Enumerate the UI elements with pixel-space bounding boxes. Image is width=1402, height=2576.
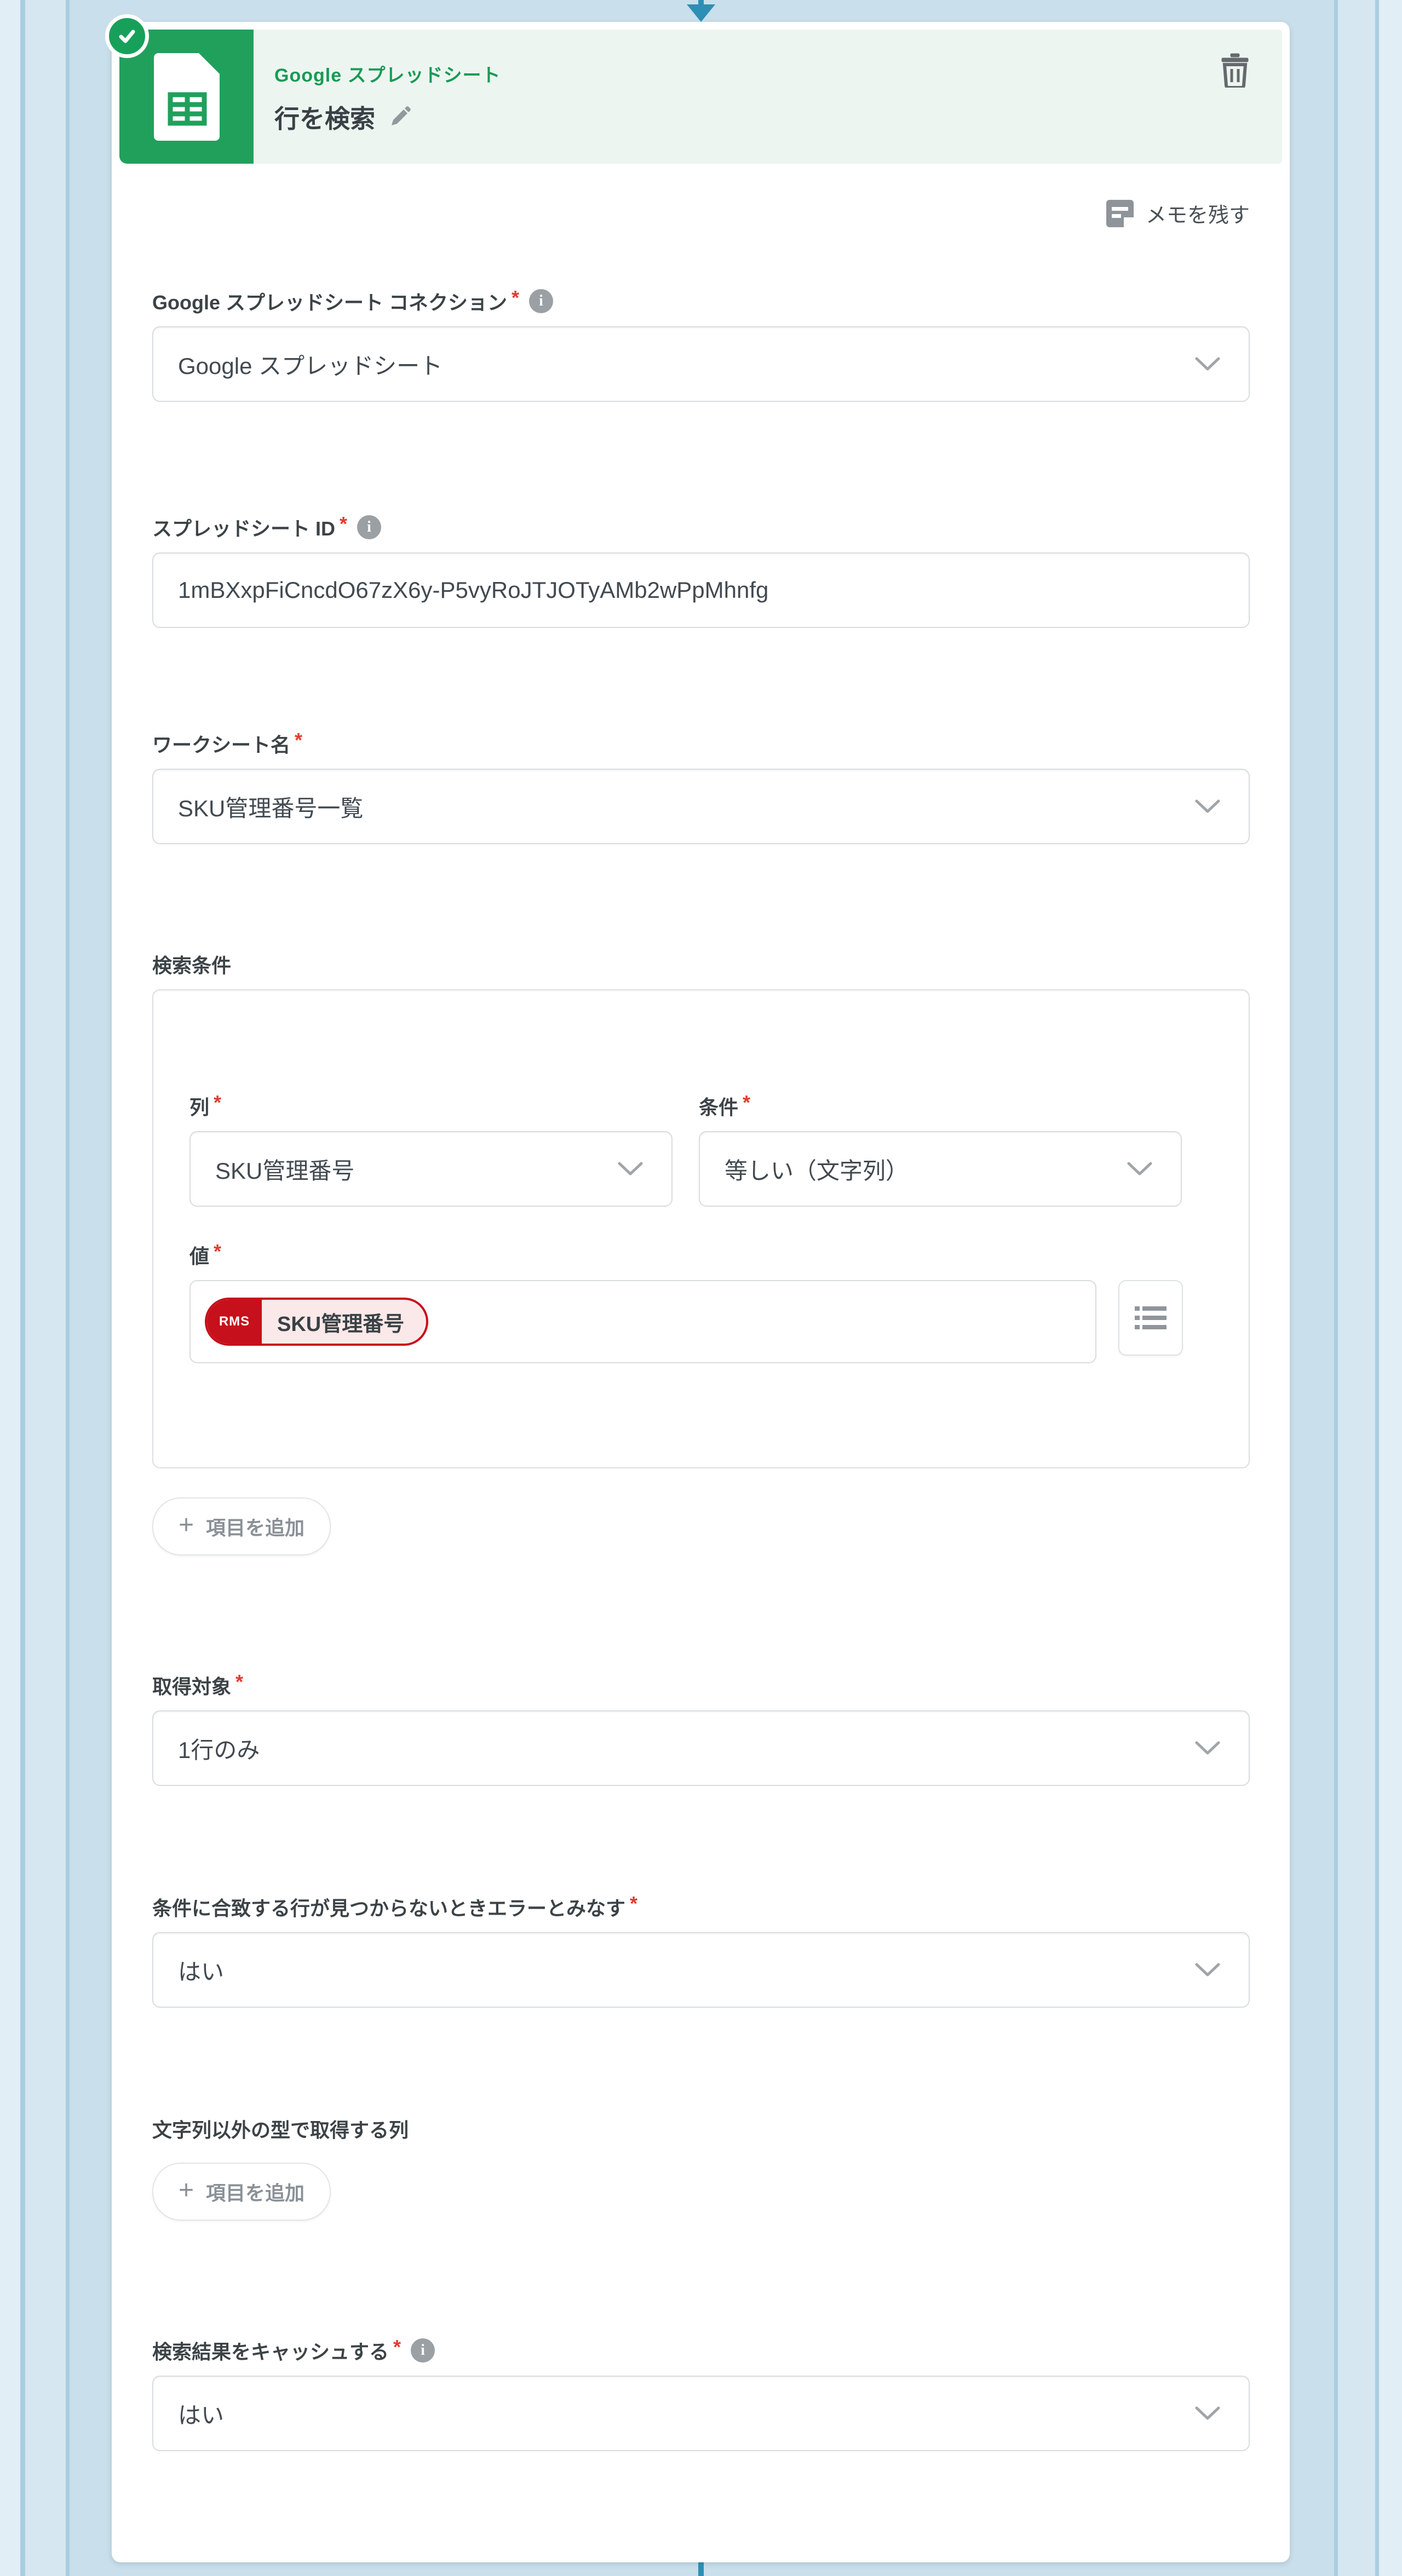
- canvas-stripe-right-divider-1: [1375, 0, 1379, 2576]
- chevron-down-icon: [1195, 1741, 1220, 1755]
- chevron-down-icon: [1195, 2406, 1220, 2420]
- variable-tag-text: SKU管理番号: [277, 1312, 405, 1336]
- google-sheets-icon: [153, 53, 220, 141]
- connection-select[interactable]: Google スプレッドシート: [152, 326, 1250, 402]
- add-non-string-column-button[interactable]: + 項目を追加: [152, 2163, 331, 2221]
- field-worksheet-name: ワークシート名 * SKU管理番号一覧: [152, 729, 1250, 844]
- condition-value-block: 値 * RMS SKU管理番号: [189, 1240, 1183, 1363]
- node-header: Google スプレッドシート 行を検索: [119, 30, 1282, 164]
- field-connection: Google スプレッドシート コネクション * i Google スプレッドシ…: [152, 286, 1250, 402]
- required-asterisk: *: [214, 1240, 222, 1263]
- field-cache-results: 検索結果をキャッシュする * i はい: [152, 2336, 1250, 2451]
- required-asterisk: *: [340, 512, 348, 535]
- add-condition-button-label: 項目を追加: [206, 1517, 305, 1539]
- target-label: 取得対象: [152, 1675, 232, 1698]
- value-label: 値: [189, 1245, 210, 1267]
- chevron-down-icon: [618, 1162, 643, 1175]
- plus-icon: +: [179, 2176, 194, 2205]
- field-non-string-columns: 文字列以外の型で取得する列 + 項目を追加: [152, 2114, 1250, 2221]
- flow-connector-arrow-icon: [687, 0, 715, 22]
- memo-note-icon: [1106, 199, 1134, 227]
- canvas-stripe-right-inner: [1338, 0, 1375, 2576]
- required-asterisk: *: [393, 2336, 401, 2358]
- add-condition-button[interactable]: + 項目を追加: [152, 1497, 331, 1555]
- cache-results-select-value: はい: [178, 2402, 225, 2428]
- memo-button[interactable]: メモを残す: [1106, 198, 1250, 228]
- variable-picker-button[interactable]: [1118, 1280, 1183, 1356]
- memo-button-label: メモを残す: [1145, 204, 1250, 227]
- field-add-condition: + 項目を追加: [152, 1497, 1250, 1555]
- spreadsheet-id-value: 1mBXxpFiCncdO67zX6y-P5vyRoJTJOTyAMb2wPpM…: [178, 577, 769, 603]
- required-asterisk: *: [512, 286, 520, 309]
- chevron-down-icon: [1195, 799, 1220, 813]
- info-icon[interactable]: i: [529, 289, 554, 313]
- required-asterisk: *: [214, 1091, 222, 1114]
- target-select-value: 1行のみ: [178, 1737, 260, 1763]
- connection-select-value: Google スプレッドシート: [178, 353, 443, 379]
- edit-title-pencil-icon[interactable]: [388, 106, 411, 129]
- field-target: 取得対象 * 1行のみ: [152, 1670, 1250, 1786]
- node-header-body: Google スプレッドシート 行を検索: [254, 30, 1282, 164]
- node-card-google-sheets-search-row: Google スプレッドシート 行を検索 メモを残す Google スプレッドシ…: [105, 14, 1290, 2562]
- chevron-down-icon: [1195, 357, 1220, 371]
- canvas-stripe-left-divider-2: [66, 0, 70, 2576]
- canvas-stripe-left-inner: [25, 0, 66, 2576]
- worksheet-name-select[interactable]: SKU管理番号一覧: [152, 769, 1250, 844]
- canvas-stripe-right-outer: [1379, 0, 1402, 2576]
- chevron-down-icon: [1195, 1963, 1220, 1976]
- operator-label: 条件: [699, 1096, 739, 1119]
- add-non-string-column-button-label: 項目を追加: [206, 2182, 305, 2204]
- error-if-not-found-select[interactable]: はい: [152, 1932, 1250, 2008]
- worksheet-name-select-value: SKU管理番号一覧: [178, 795, 364, 821]
- error-if-not-found-select-value: はい: [178, 1958, 225, 1985]
- info-icon[interactable]: i: [357, 515, 382, 539]
- flow-connector-line: [698, 2561, 704, 2576]
- column-select-value: SKU管理番号: [215, 1157, 355, 1184]
- required-asterisk: *: [743, 1091, 751, 1114]
- search-conditions-group: 列 * SKU管理番号 条件 * 等しい（文字列） 値 * RMS SKU管理番…: [152, 989, 1250, 1468]
- cache-results-label: 検索結果をキャッシュする: [152, 2341, 389, 2363]
- target-select[interactable]: 1行のみ: [152, 1710, 1250, 1786]
- condition-value-input[interactable]: RMS SKU管理番号: [189, 1280, 1097, 1363]
- field-search-conditions: 検索条件 列 * SKU管理番号 条件 * 等しい（文字列） 値 * RMS S…: [152, 950, 1250, 1468]
- non-string-columns-label: 文字列以外の型で取得する列: [152, 2119, 409, 2141]
- field-error-if-not-found: 条件に合致する行が見つからないときエラーとみなす * はい: [152, 1892, 1250, 2008]
- chevron-down-icon: [1127, 1162, 1152, 1175]
- required-asterisk: *: [630, 1892, 638, 1915]
- condition-operator-block: 条件 * 等しい（文字列）: [699, 1091, 1182, 1207]
- required-asterisk: *: [295, 729, 303, 751]
- spreadsheet-id-input[interactable]: 1mBXxpFiCncdO67zX6y-P5vyRoJTJOTyAMb2wPpM…: [152, 552, 1250, 628]
- node-title: 行を検索: [274, 105, 375, 133]
- field-spreadsheet-id: スプレッドシート ID * i 1mBXxpFiCncdO67zX6y-P5vy…: [152, 512, 1250, 628]
- operator-select[interactable]: 等しい（文字列）: [699, 1131, 1182, 1207]
- check-icon: [119, 30, 135, 43]
- operator-select-value: 等しい（文字列）: [725, 1157, 909, 1184]
- cache-results-select[interactable]: はい: [152, 2376, 1250, 2451]
- delete-node-trash-icon[interactable]: [1220, 53, 1250, 88]
- variable-tag[interactable]: RMS SKU管理番号: [205, 1298, 429, 1346]
- required-asterisk: *: [235, 1670, 244, 1693]
- info-icon[interactable]: i: [411, 2338, 435, 2362]
- status-check-badge: [105, 14, 149, 58]
- canvas-stripe-left-divider-1: [20, 0, 25, 2576]
- list-icon: [1135, 1306, 1167, 1329]
- variable-tag-source-badge: RMS: [207, 1300, 262, 1344]
- canvas-stripe-right-divider-2: [1334, 0, 1338, 2576]
- spreadsheet-id-label: スプレッドシート ID: [152, 517, 336, 540]
- connection-label: Google スプレッドシート コネクション: [152, 291, 508, 314]
- column-select[interactable]: SKU管理番号: [189, 1131, 673, 1207]
- app-name: Google スプレッドシート: [274, 65, 501, 86]
- worksheet-name-label: ワークシート名: [152, 734, 291, 756]
- plus-icon: +: [179, 1511, 194, 1540]
- error-if-not-found-label: 条件に合致する行が見つからないときエラーとみなす: [152, 1897, 626, 1920]
- condition-column-block: 列 * SKU管理番号: [189, 1091, 673, 1207]
- search-conditions-label: 検索条件: [152, 954, 232, 977]
- canvas-stripe-left-outer: [0, 0, 20, 2576]
- column-label: 列: [189, 1096, 210, 1119]
